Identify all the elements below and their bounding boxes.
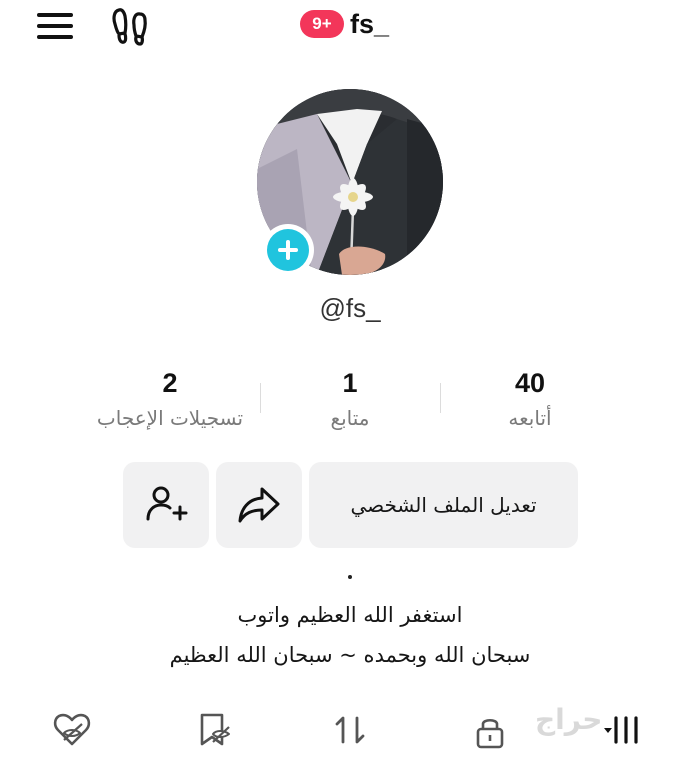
- add-friend-button[interactable]: [123, 462, 209, 548]
- edit-profile-label: تعديل الملف الشخصي: [350, 493, 537, 517]
- grid-icon: [604, 716, 638, 744]
- tab-favorites[interactable]: [185, 705, 241, 755]
- stat-following[interactable]: 40 أتابعه: [450, 367, 610, 433]
- stat-following-value: 40: [514, 368, 546, 398]
- stat-divider: [260, 383, 261, 413]
- header-title-group: 9+ fs_: [300, 6, 389, 42]
- site-watermark: حراج: [535, 703, 603, 736]
- profile-handle: @fs_: [319, 293, 381, 323]
- bio-line-1: استغفر الله العظيم واتوب: [237, 603, 463, 627]
- stat-followers-label: متابع: [330, 406, 370, 430]
- repost-icon: [335, 716, 365, 744]
- edit-profile-button[interactable]: تعديل الملف الشخصي: [309, 462, 578, 548]
- page-title: fs_: [350, 8, 390, 39]
- add-avatar-button[interactable]: [262, 224, 314, 276]
- lock-icon: [476, 718, 504, 749]
- bio-line-2: سبحان الله وبحمده ~ سبحان الله العظيم: [169, 643, 531, 667]
- add-user-icon: [146, 486, 188, 521]
- notification-badge[interactable]: 9+: [300, 10, 344, 38]
- bio-dot: [348, 575, 352, 579]
- stat-following-label: أتابعه: [508, 406, 552, 430]
- tab-private-videos[interactable]: [462, 707, 518, 757]
- stat-followers-value: 1: [342, 368, 358, 398]
- plus-icon: [267, 229, 309, 271]
- menu-button[interactable]: [34, 10, 74, 40]
- stat-followers[interactable]: 1 متابع: [270, 367, 430, 433]
- share-arrow-icon: [238, 487, 280, 523]
- tab-liked-videos[interactable]: [44, 705, 100, 755]
- stat-likes-value: 2: [162, 368, 178, 398]
- stat-likes[interactable]: 2 تسجيلات الإعجاب: [70, 367, 270, 433]
- stat-divider: [440, 383, 441, 413]
- stat-likes-label: تسجيلات الإعجاب: [96, 406, 244, 430]
- bookmark-hidden-icon: [200, 713, 230, 746]
- tab-videos-grid[interactable]: [596, 705, 652, 755]
- tab-reposts[interactable]: [322, 705, 378, 755]
- footprints-icon[interactable]: [110, 6, 154, 46]
- heart-hidden-icon: [53, 713, 91, 746]
- share-profile-button[interactable]: [216, 462, 302, 548]
